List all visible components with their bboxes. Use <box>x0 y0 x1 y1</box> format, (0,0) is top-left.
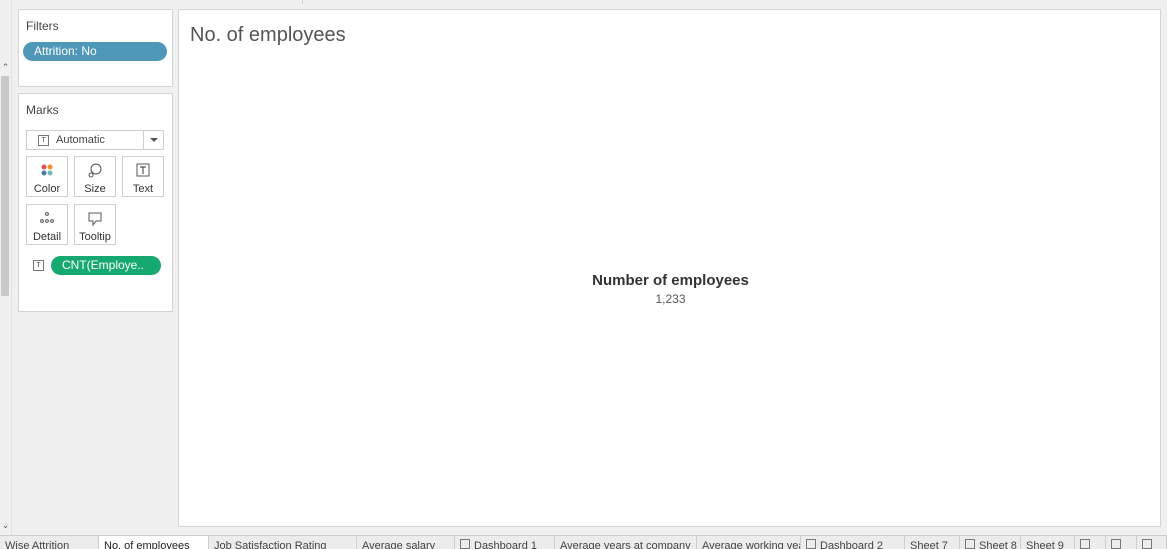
color-label: Color <box>33 183 61 195</box>
filters-card: Filters Attrition: No <box>18 9 173 87</box>
top-toolbar-strip <box>178 0 1167 4</box>
mark-type-dropdown[interactable]: T Automatic <box>26 130 164 150</box>
color-button[interactable]: Color <box>26 156 68 197</box>
left-pane-scrollbar[interactable]: ⌃ ⌄ <box>0 0 12 535</box>
color-icon <box>27 163 67 179</box>
scroll-up-icon[interactable]: ⌃ <box>1 62 10 72</box>
new-story-icon[interactable] <box>1137 536 1167 549</box>
size-button[interactable]: Size <box>74 156 116 197</box>
filter-pill-attrition[interactable]: Attrition: No <box>23 42 167 61</box>
detail-label: Detail <box>32 231 62 243</box>
text-mark-icon: T <box>38 135 49 146</box>
detail-button[interactable]: Detail <box>26 204 68 245</box>
sheet-tab[interactable]: Average working years <box>697 536 801 549</box>
scrollbar-thumb[interactable] <box>1 76 9 296</box>
scroll-down-icon[interactable]: ⌄ <box>1 520 10 530</box>
text-label: Text <box>132 183 154 195</box>
tooltip-button[interactable]: Tooltip <box>74 204 116 245</box>
text-encoding-icon[interactable]: T <box>33 260 44 271</box>
sheet-title: No. of employees <box>190 24 346 46</box>
sheet-tab[interactable]: Average years at company <box>555 536 697 549</box>
tooltip-icon <box>75 211 115 227</box>
kpi-label: Number of employees <box>592 272 749 289</box>
tooltip-label: Tooltip <box>79 231 111 243</box>
kpi-value: 1,233 <box>655 292 686 306</box>
sheet-tab[interactable]: Dashboard 1 <box>455 536 555 549</box>
sheet-tab[interactable]: Job Satisfaction Rating <box>209 536 357 549</box>
sheet-tab[interactable]: Sheet 7 <box>905 536 960 549</box>
marks-title: Marks <box>26 103 59 117</box>
sheet-tab[interactable]: Sheet 9 <box>1021 536 1075 549</box>
sheet-tab-bar: Wise Attrition No. of employees Job Sati… <box>0 535 1167 549</box>
size-label: Size <box>84 183 106 195</box>
view-canvas: No. of employees Number of employees 1,2… <box>178 9 1161 527</box>
sheet-tab-active[interactable]: No. of employees <box>99 536 209 549</box>
sheet-tab[interactable]: Sheet 8 <box>960 536 1021 549</box>
detail-icon <box>27 211 67 227</box>
filters-title: Filters <box>26 19 59 33</box>
sheet-tab[interactable]: Average salary <box>357 536 455 549</box>
measure-pill-cnt-employees[interactable]: CNT(Employe.. <box>51 256 161 275</box>
sheet-tab[interactable]: Wise Attrition <box>0 536 99 549</box>
mark-type-label: Automatic <box>56 134 105 146</box>
sheet-tab[interactable]: Dashboard 2 <box>801 536 905 549</box>
marks-card: Marks T Automatic Color Size Text Detail… <box>18 93 173 312</box>
new-dashboard-icon[interactable] <box>1106 536 1137 549</box>
text-button[interactable]: Text <box>122 156 164 197</box>
text-icon <box>123 163 163 179</box>
size-icon <box>75 163 115 179</box>
new-worksheet-icon[interactable] <box>1075 536 1106 549</box>
chevron-down-icon[interactable] <box>143 131 163 149</box>
